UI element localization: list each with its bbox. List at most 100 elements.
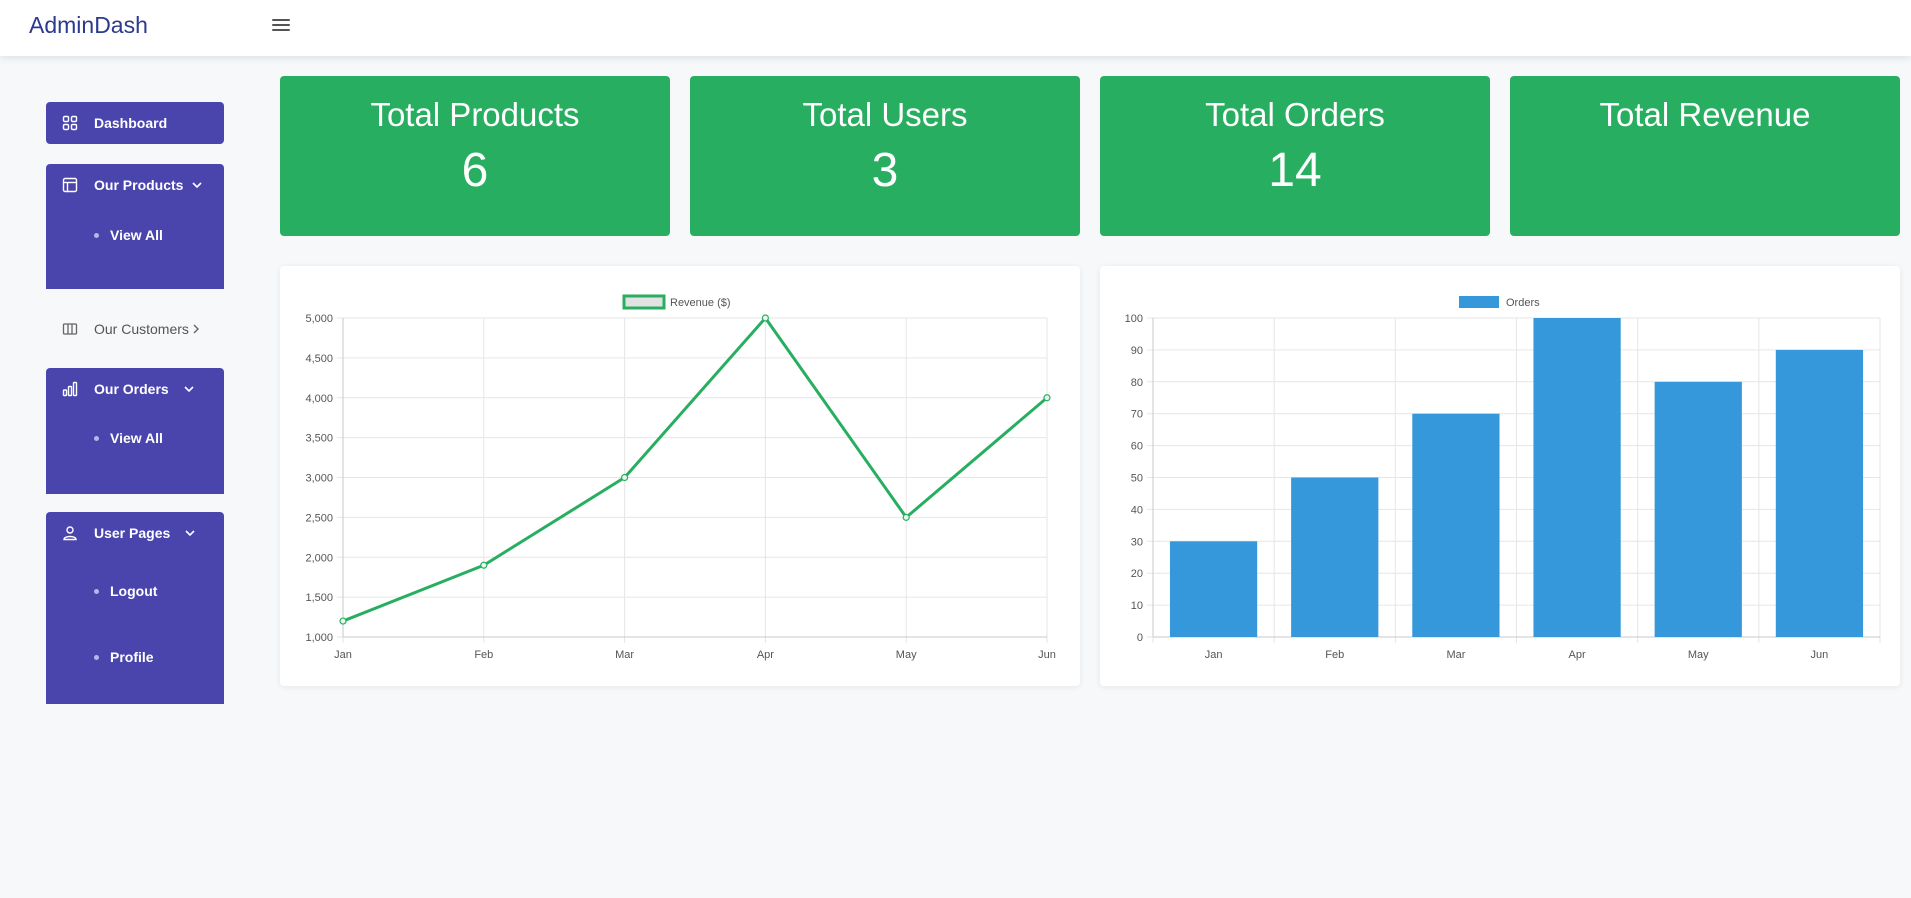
stat-label: Total Products: [370, 96, 580, 133]
y-tick-label: 90: [1131, 345, 1143, 357]
x-tick-label: Feb: [474, 649, 493, 661]
stat-card-products: Total Products 6: [280, 76, 670, 236]
revenue-data-point: [902, 513, 910, 521]
orders-bar: [1654, 381, 1742, 637]
revenue-data-point: [761, 314, 769, 322]
legend-swatch: [622, 294, 666, 310]
sidebar-item-customers[interactable]: Our Customers: [46, 308, 224, 350]
bullet-icon: [94, 654, 99, 660]
x-tick-label: Jun: [1811, 649, 1829, 661]
bullet-icon: [94, 435, 99, 441]
bullet-icon: [94, 232, 99, 238]
sidebar-item-dashboard[interactable]: Dashboard: [46, 102, 224, 144]
sidebar-item-products[interactable]: Our Products: [46, 164, 224, 206]
sidebar-item-label: Our Customers: [94, 321, 189, 337]
x-tick-label: May: [1688, 649, 1709, 661]
x-tick-label: May: [896, 649, 917, 661]
legend-label: Orders: [1506, 297, 1540, 309]
stat-value: 14: [1268, 144, 1322, 197]
hamburger-icon[interactable]: [272, 19, 290, 35]
y-tick-label: 80: [1131, 377, 1143, 389]
chevron-right-icon: [193, 324, 199, 334]
x-tick-label: Mar: [615, 649, 634, 661]
sidebar-subitem-label: Logout: [110, 583, 158, 599]
x-tick-label: Feb: [1325, 649, 1344, 661]
columns-icon: [62, 323, 78, 335]
chevron-down-icon: [184, 386, 194, 393]
y-tick-label: 70: [1131, 409, 1143, 421]
stat-label: Total Revenue: [1599, 96, 1811, 133]
revenue-line-chart: 1,000 1,500 2,000 2,500 3,000 3,500 4,000 4,500…: [305, 294, 1056, 661]
revenue-series-line: [342, 316, 1048, 623]
chevron-down-icon: [192, 182, 203, 189]
revenue-data-point: [480, 561, 488, 569]
sidebar-subitem-profile[interactable]: Profile: [46, 636, 224, 678]
y-tick-label: 0: [1137, 632, 1143, 644]
stat-label: Total Users: [802, 96, 968, 133]
x-tick-label: Jan: [1205, 649, 1223, 661]
top-navbar: AdminDash: [0, 0, 1911, 56]
orders-bar: [1533, 318, 1621, 637]
user-icon: [63, 526, 77, 541]
chevron-down-icon: [185, 530, 195, 537]
layout-icon: [62, 177, 78, 193]
legend-swatch: [1459, 296, 1499, 308]
sidebar-subitem-products-view-all[interactable]: View All: [46, 214, 224, 256]
y-tick-label: 50: [1131, 473, 1143, 485]
orders-bar: [1169, 541, 1258, 637]
x-tick-label: Jun: [1038, 649, 1056, 661]
y-tick-label: 3,000: [305, 473, 333, 485]
revenue-data-point: [339, 617, 347, 625]
sidebar-group-products: Our Products View All: [46, 164, 224, 289]
sidebar-item-user-pages[interactable]: User Pages: [46, 512, 224, 554]
y-tick-label: 4,500: [305, 353, 333, 365]
sidebar-subitem-label: View All: [110, 227, 163, 243]
y-tick-label: 2,000: [305, 552, 333, 564]
sidebar-group-orders: Our Orders View All: [46, 368, 224, 494]
sidebar-item-label: Our Products: [94, 177, 184, 193]
sidebar-subitem-label: View All: [110, 430, 163, 446]
orders-bar: [1291, 477, 1379, 637]
sidebar-subitem-orders-view-all[interactable]: View All: [46, 417, 224, 459]
stat-value: 6: [461, 144, 489, 197]
y-tick-label: 20: [1131, 568, 1143, 580]
sidebar-item-label: Our Orders: [94, 381, 169, 397]
y-tick-label: 60: [1131, 441, 1143, 453]
revenue-chart-panel: 1,000 1,500 2,000 2,500 3,000 3,500 4,000 4,500…: [280, 266, 1080, 686]
orders-bar-chart: 0 10 20 30 40 50 60 70 80 90 100 Jan Feb Mar Apr May Jun…: [1125, 296, 1881, 661]
y-tick-label: 1,500: [305, 592, 333, 604]
stat-card-revenue: Total Revenue: [1510, 76, 1900, 236]
bar-chart-icon: [62, 381, 78, 397]
stat-label: Total Orders: [1205, 96, 1385, 133]
y-tick-label: 4,000: [305, 393, 333, 405]
y-tick-label: 10: [1131, 600, 1143, 612]
legend-label: Revenue ($): [670, 297, 731, 309]
stat-value: 3: [871, 144, 899, 197]
orders-bar: [1775, 349, 1864, 637]
revenue-data-point: [1043, 394, 1051, 402]
grid-icon: [62, 115, 78, 131]
stat-card-users: Total Users 3: [690, 76, 1080, 236]
x-tick-label: Jan: [334, 649, 352, 661]
y-tick-label: 100: [1125, 313, 1143, 325]
stat-card-orders: Total Orders 14: [1100, 76, 1490, 236]
y-tick-label: 5,000: [305, 313, 333, 325]
sidebar-subitem-logout[interactable]: Logout: [46, 570, 224, 612]
sidebar-item-label: User Pages: [94, 525, 171, 541]
x-tick-label: Apr: [1569, 649, 1586, 661]
revenue-data-point: [621, 473, 629, 482]
y-tick-label: 1,000: [305, 632, 333, 644]
sidebar-item-orders[interactable]: Our Orders: [46, 368, 224, 410]
bullet-icon: [94, 588, 99, 594]
brand-logo[interactable]: AdminDash: [29, 12, 148, 39]
orders-bar: [1412, 413, 1500, 637]
sidebar-group-user-pages: User Pages Logout Profile: [46, 512, 224, 704]
orders-chart-panel: 0 10 20 30 40 50 60 70 80 90 100 Jan Feb Mar Apr May Jun…: [1100, 266, 1900, 686]
sidebar-subitem-label: Profile: [110, 649, 154, 665]
sidebar-item-label: Dashboard: [94, 115, 168, 131]
y-tick-label: 40: [1131, 504, 1143, 516]
y-tick-label: 3,500: [305, 433, 333, 445]
y-tick-label: 30: [1131, 536, 1143, 548]
y-tick-label: 2,500: [305, 512, 333, 524]
x-tick-label: Mar: [1446, 649, 1465, 661]
